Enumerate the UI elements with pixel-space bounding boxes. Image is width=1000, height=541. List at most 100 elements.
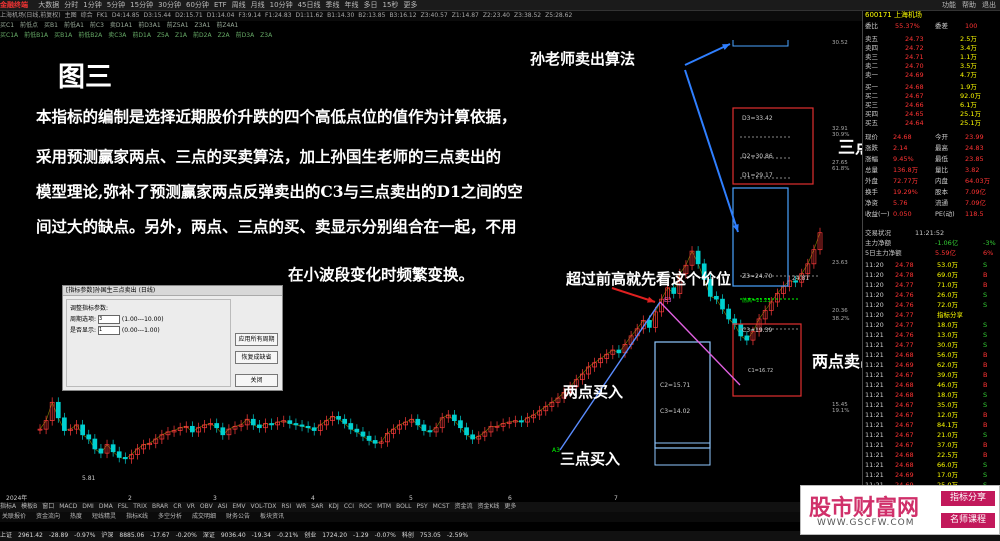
candle-body <box>257 424 262 429</box>
indicator-tab-19[interactable]: CCI <box>344 503 354 510</box>
menu-item-4[interactable]: 15分钟 <box>130 1 153 9</box>
toolbar2-item-4: 前C3 <box>89 22 104 29</box>
indicator-tab-12[interactable]: ASI <box>218 503 228 510</box>
indicator-tab-22[interactable]: BOLL <box>396 503 411 510</box>
menu-item-15[interactable]: 15秒 <box>383 1 399 9</box>
param1-range: (1.00---10.00) <box>121 316 164 323</box>
indicator-tab-27[interactable]: 更多 <box>504 503 516 510</box>
arrow-sun-2-head <box>732 224 739 232</box>
trade-row: 11:21 24.67 39.0万 B <box>865 371 988 379</box>
menu-item-3[interactable]: 5分钟 <box>107 1 125 9</box>
indicator-tab-10[interactable]: VR <box>187 503 195 510</box>
bid-row: 买五 24.64 25.1万 <box>865 119 981 127</box>
two-sell-box <box>732 323 802 397</box>
candle-body <box>220 427 226 436</box>
toolbar3-item-7: Z1A <box>174 32 188 39</box>
menu-item-6[interactable]: 60分钟 <box>186 1 209 9</box>
indicator-tab-16[interactable]: WR <box>296 503 306 510</box>
trade-row: 11:21 24.67 12.0万 B <box>865 411 988 419</box>
bottom-tab-3[interactable]: 短线精灵 <box>90 513 118 520</box>
status-item-8: 深证 <box>202 532 215 539</box>
indicator-tab-25[interactable]: 资金流 <box>454 503 472 510</box>
bottom-tab-2[interactable]: 热度 <box>68 513 84 520</box>
indicator-tab-21[interactable]: MTM <box>377 503 391 510</box>
indicator-tab-3[interactable]: MACD <box>59 503 77 510</box>
indicator-tab-13[interactable]: EMV <box>232 503 245 510</box>
bottom-tab-1[interactable]: 资金流向 <box>34 513 62 520</box>
menu-item-11[interactable]: 45日线 <box>298 1 321 9</box>
restore-default-button[interactable]: 恢复成缺省 <box>235 351 278 364</box>
indicator-tab-0[interactable]: 指标A <box>0 503 16 510</box>
indicator-tab-17[interactable]: SAR <box>311 503 323 510</box>
toolbar-item-7: D1:14.04 <box>206 12 235 19</box>
label-z3: Z3=24.70 <box>742 273 772 280</box>
param1-input[interactable]: 3 <box>97 315 120 324</box>
apply-all-periods-button[interactable]: 应用所有周期 <box>235 333 278 346</box>
indicator-params-dialog[interactable]: [指标参数]孙国生三点卖出 (日线) 调整指标参数: 周期选项: 3 (1.00… <box>62 285 283 391</box>
toolbar3-item-5: 前D1A <box>132 32 151 39</box>
toolbar3-item-2: 买B1A <box>54 32 73 39</box>
app-logo: 金融终端 <box>0 1 28 9</box>
menu-item-8[interactable]: 周线 <box>232 1 246 9</box>
indicator-tab-7[interactable]: TRIX <box>133 503 147 510</box>
param2-input[interactable]: 1 <box>97 326 120 335</box>
trade-row: 11:21 24.68 18.0万 S <box>865 391 988 399</box>
indicator-tab-1[interactable]: 模板B <box>21 503 37 510</box>
menu-item-9[interactable]: 月线 <box>251 1 265 9</box>
bottom-tab-6[interactable]: 成交明细 <box>190 513 218 520</box>
menu-item-16[interactable]: 更多 <box>403 1 417 9</box>
status-item-13: 1724.20 <box>322 532 348 539</box>
candle-body <box>122 457 128 460</box>
menu-items[interactable]: 大数据 分时 1分钟 5分钟 15分钟 30分钟 60分钟 ETF 周线 月线 10分钟 45日线 季线… <box>38 1 422 9</box>
dialog-title: [指标参数]孙国生三点卖出 (日线) <box>63 286 282 296</box>
trade-row: 11:21 24.68 22.5万 B <box>865 451 988 459</box>
candle-body <box>80 424 86 436</box>
indicator-tab-14[interactable]: VOL-TDX <box>250 503 276 510</box>
window-button-1[interactable]: 帮助 <box>962 1 976 9</box>
window-button-2[interactable]: 退出 <box>982 1 996 9</box>
indicator-tab-4[interactable]: DMI <box>82 503 94 510</box>
bottom-tab-0[interactable]: 关联报价 <box>0 513 28 520</box>
indicator-tab-24[interactable]: MCST <box>433 503 450 510</box>
indicator-tab-2[interactable]: 窗口 <box>42 503 54 510</box>
menu-item-10[interactable]: 10分钟 <box>270 1 293 9</box>
candle-body <box>519 420 524 423</box>
menu-item-7[interactable]: ETF <box>214 1 227 9</box>
indicator-tab-20[interactable]: ROC <box>359 503 372 510</box>
month-label: 3 <box>213 495 217 502</box>
menu-item-5[interactable]: 30分钟 <box>158 1 181 9</box>
bottom-tab-8[interactable]: 板块资讯 <box>258 513 286 520</box>
indicator-tab-11[interactable]: OBV <box>200 503 213 510</box>
window-button-0[interactable]: 功能 <box>942 1 956 9</box>
bottom-tab-5[interactable]: 多空分析 <box>156 513 184 520</box>
menu-item-2[interactable]: 1分钟 <box>83 1 101 9</box>
bottom-tab-7[interactable]: 财务公告 <box>224 513 252 520</box>
label-e3: E3 <box>664 297 672 304</box>
indicator-tab-5[interactable]: DMA <box>99 503 113 510</box>
trade-row: 11:21 24.67 84.1万 B <box>865 421 988 429</box>
candle-body <box>464 427 469 436</box>
toolbar-item-16: Z2:23.40 <box>482 12 510 19</box>
indicator-tab-6[interactable]: FSL <box>118 503 129 510</box>
bottom-tab-4[interactable]: 指标K线 <box>124 513 150 520</box>
toolbar2-item-8: Z3A1 <box>194 22 211 29</box>
menu-item-14[interactable]: 多日 <box>364 1 378 9</box>
indicator-tab-23[interactable]: PSY <box>417 503 428 510</box>
window-buttons[interactable]: 功能 帮助 退出 <box>936 0 996 10</box>
indicator-tab-26[interactable]: 资金K线 <box>477 503 499 510</box>
indicator-tab-9[interactable]: CR <box>173 503 181 510</box>
menu-item-0[interactable]: 大数据 <box>38 1 59 9</box>
indicator-tab-8[interactable]: BRAR <box>152 503 168 510</box>
bid-row: 买一 24.68 1.9万 <box>865 83 977 91</box>
toolbar-item-13: B3:16.12 <box>389 12 417 19</box>
menu-item-13[interactable]: 年线 <box>345 1 359 9</box>
close-button[interactable]: 关闭 <box>235 374 278 387</box>
toolbar3-item-6: Z5A <box>156 32 169 39</box>
z-zone-box <box>732 187 789 287</box>
indicator-tab-18[interactable]: KDJ <box>328 503 338 510</box>
arrow-sun-2 <box>684 69 739 233</box>
menu-item-1[interactable]: 分时 <box>64 1 78 9</box>
candle-body <box>86 434 92 440</box>
indicator-tab-15[interactable]: RSI <box>281 503 291 510</box>
menu-item-12[interactable]: 季线 <box>326 1 340 9</box>
